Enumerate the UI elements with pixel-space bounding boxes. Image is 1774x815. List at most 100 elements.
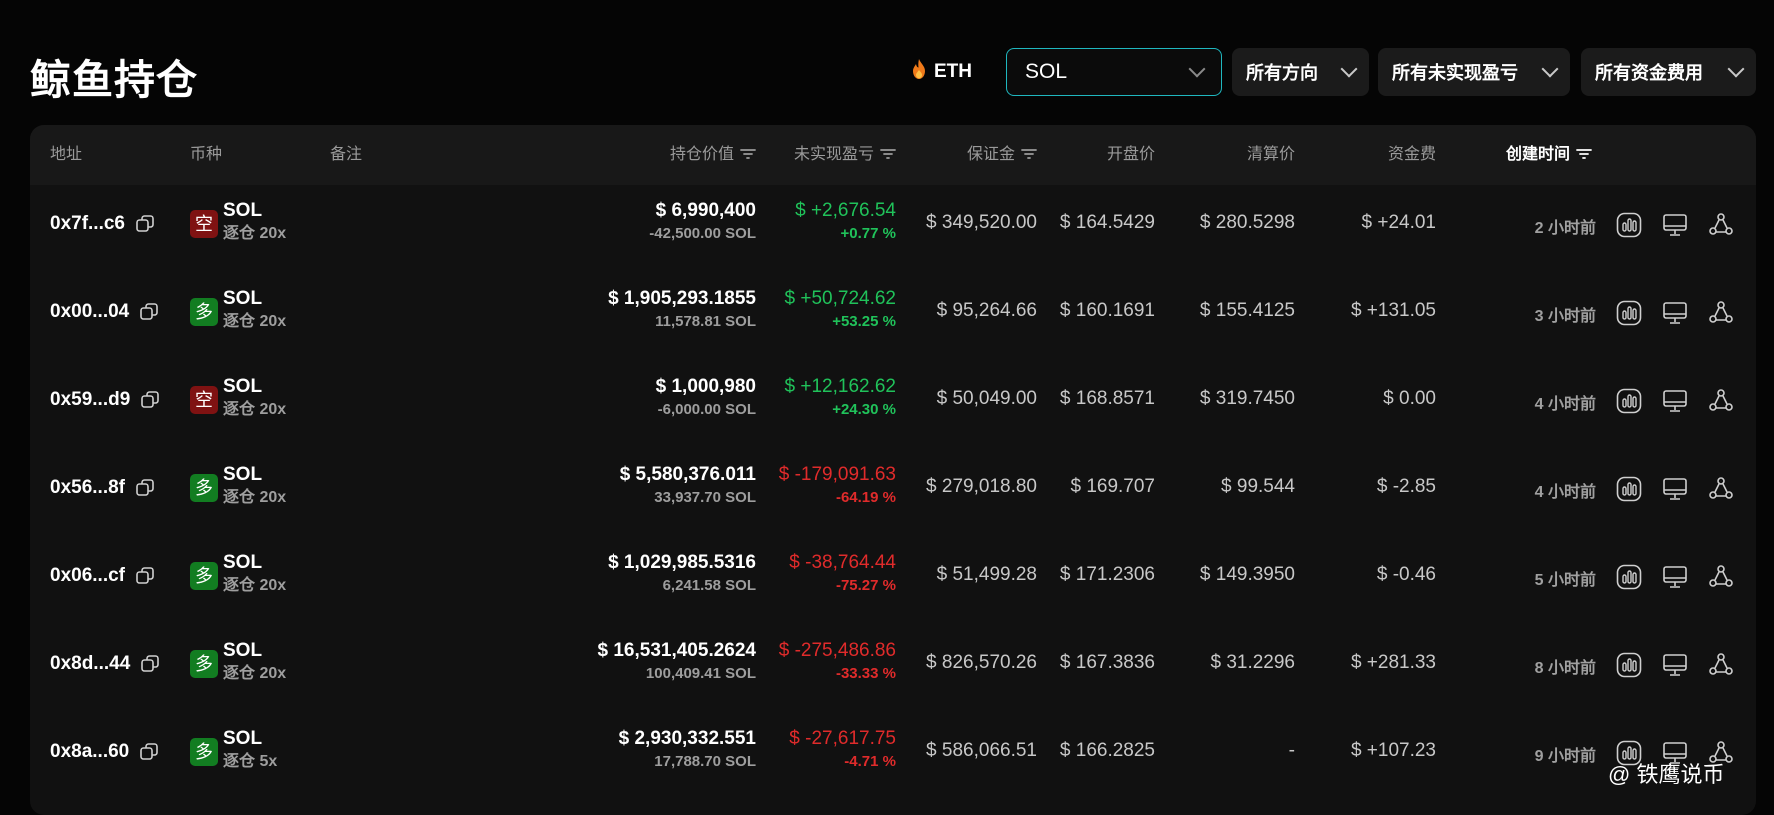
value-cell: $ 6,990,400 -42,500.00 SOL [649,200,756,246]
funding-fee: $ -0.46 [1376,564,1436,585]
address-cell[interactable]: 0x7f...c6 [50,213,155,235]
table-row[interactable]: 0x59...d9 空 SOL 逐仓 20x $ 1,000,980 -6,000.00 … [30,356,1756,444]
address-cell[interactable]: 0x8a...60 [50,741,159,763]
address-text[interactable]: 0x06...cf [50,565,125,587]
created-time: 4 小时前 [1534,396,1596,413]
chart-icon[interactable] [1616,388,1642,414]
address-text[interactable]: 0x7f...c6 [50,213,125,235]
col-created-label: 创建时间 [1506,146,1571,163]
funding-select[interactable]: 所有资金费用 [1581,48,1756,96]
col-margin[interactable]: 保证金 [967,125,1037,185]
table-header: 地址 币种 备注 持仓价值 未实现盈亏 保证金 开盘价 清算价 资金费 创建时间 [30,125,1756,185]
share-icon[interactable] [1708,564,1734,590]
created-time: 9 小时前 [1534,748,1596,765]
chart-icon[interactable] [1616,300,1642,326]
leverage-text: 逐仓 20x [223,665,287,682]
chart-icon[interactable] [1616,564,1642,590]
entry-price: $ 168.8571 [1059,388,1155,409]
chevron-down-icon [1727,60,1745,78]
leverage-text: 逐仓 5x [223,753,278,770]
copy-icon[interactable] [140,654,160,674]
copy-icon[interactable] [135,566,155,586]
eth-quick-filter[interactable]: ETH [912,58,972,86]
position-value: $ 16,531,405.2624 [597,640,757,661]
value-cell: $ 5,580,376.011 33,937.70 SOL [620,464,756,510]
share-icon[interactable] [1708,388,1734,414]
copy-icon[interactable] [135,478,155,498]
monitor-icon[interactable] [1662,300,1688,326]
position-amount: 11,578.81 SOL [655,313,756,330]
table-row[interactable]: 0x8d...44 多 SOL 逐仓 20x $ 16,531,405.2624 100,… [30,620,1756,708]
chart-icon[interactable] [1616,652,1642,678]
table-row[interactable]: 0x06...cf 多 SOL 逐仓 20x $ 1,029,985.5316 6,241… [30,532,1756,620]
sort-icon [740,148,756,160]
col-value[interactable]: 持仓价值 [670,125,756,185]
direction-select[interactable]: 所有方向 [1232,48,1369,96]
direction-select-value: 所有方向 [1246,63,1318,83]
copy-icon[interactable] [139,302,159,322]
share-icon[interactable] [1708,300,1734,326]
pnl-cell: $ -27,617.75 -4.71 % [789,728,896,774]
address-text[interactable]: 0x00...04 [50,301,129,323]
pnl-value: $ -275,486.86 [778,640,896,661]
copy-icon[interactable] [139,742,159,762]
side-badge: 多 [190,562,218,590]
address-cell[interactable]: 0x06...cf [50,565,155,587]
chart-icon[interactable] [1616,212,1642,238]
pnl-percent: +53.25 % [832,313,896,330]
liquidation-price: $ 280.5298 [1199,212,1295,233]
address-text[interactable]: 0x59...d9 [50,389,130,411]
watermark-text: @ 铁鹰说币 [1608,762,1725,787]
pnl-cell: $ +2,676.54 +0.77 % [795,200,896,246]
coin-cell: SOL 逐仓 20x [223,288,286,334]
coin-symbol: SOL [223,464,263,485]
address-cell[interactable]: 0x00...04 [50,301,159,323]
col-created[interactable]: 创建时间 [1506,125,1592,185]
address-text[interactable]: 0x56...8f [50,477,125,499]
col-pnl[interactable]: 未实现盈亏 [794,125,896,185]
table-row[interactable]: 0x7f...c6 空 SOL 逐仓 20x $ 6,990,400 -42,500.00… [30,180,1756,268]
share-icon[interactable] [1708,476,1734,502]
leverage-text: 逐仓 20x [223,489,287,506]
pnl-percent: -33.33 % [835,665,896,682]
value-cell: $ 1,000,980 -6,000.00 SOL [656,376,756,422]
address-text[interactable]: 0x8d...44 [50,653,130,675]
address-cell[interactable]: 0x56...8f [50,477,155,499]
position-amount: -6,000.00 SOL [657,401,756,418]
sort-icon [1576,148,1592,160]
liquidation-price: $ 155.4125 [1199,300,1295,321]
funding-fee: $ +24.01 [1361,212,1437,233]
table-row[interactable]: 0x00...04 多 SOL 逐仓 20x $ 1,905,293.1855 11,57… [30,268,1756,356]
position-amount: 33,937.70 SOL [654,489,756,506]
margin-value: $ 826,570.26 [926,652,1037,673]
margin-value: $ 279,018.80 [926,476,1037,497]
share-icon[interactable] [1708,212,1734,238]
chart-icon[interactable] [1616,476,1642,502]
copy-icon[interactable] [135,214,155,234]
entry-price: $ 171.2306 [1059,564,1155,585]
monitor-icon[interactable] [1662,212,1688,238]
coin-select[interactable]: SOL [1006,48,1222,96]
monitor-icon[interactable] [1662,564,1688,590]
funding-fee: $ -2.85 [1376,476,1436,497]
address-cell[interactable]: 0x8d...44 [50,653,160,675]
pnl-cell: $ -275,486.86 -33.33 % [779,640,896,686]
monitor-icon[interactable] [1662,652,1688,678]
table-row[interactable]: 0x56...8f 多 SOL 逐仓 20x $ 5,580,376.011 33,937… [30,444,1756,532]
pnl-select[interactable]: 所有未实现盈亏 [1378,48,1570,96]
share-icon[interactable] [1708,652,1734,678]
pnl-cell: $ +50,724.62 +53.25 % [785,288,896,334]
address-cell[interactable]: 0x59...d9 [50,389,160,411]
col-pnl-label: 未实现盈亏 [793,146,874,163]
copy-icon[interactable] [140,390,160,410]
pnl-value: $ -38,764.44 [789,552,896,573]
value-cell: $ 1,029,985.5316 6,241.58 SOL [608,552,756,598]
address-text[interactable]: 0x8a...60 [50,741,129,763]
table-row[interactable]: 0x8a...60 多 SOL 逐仓 5x $ 2,930,332.551 17,788.… [30,708,1756,796]
pnl-percent: -75.27 % [835,577,896,594]
position-value: $ 1,905,293.1855 [608,288,756,309]
entry-price: $ 169.707 [1070,476,1155,497]
position-value: $ 5,580,376.011 [619,464,756,485]
monitor-icon[interactable] [1662,476,1688,502]
monitor-icon[interactable] [1662,388,1688,414]
